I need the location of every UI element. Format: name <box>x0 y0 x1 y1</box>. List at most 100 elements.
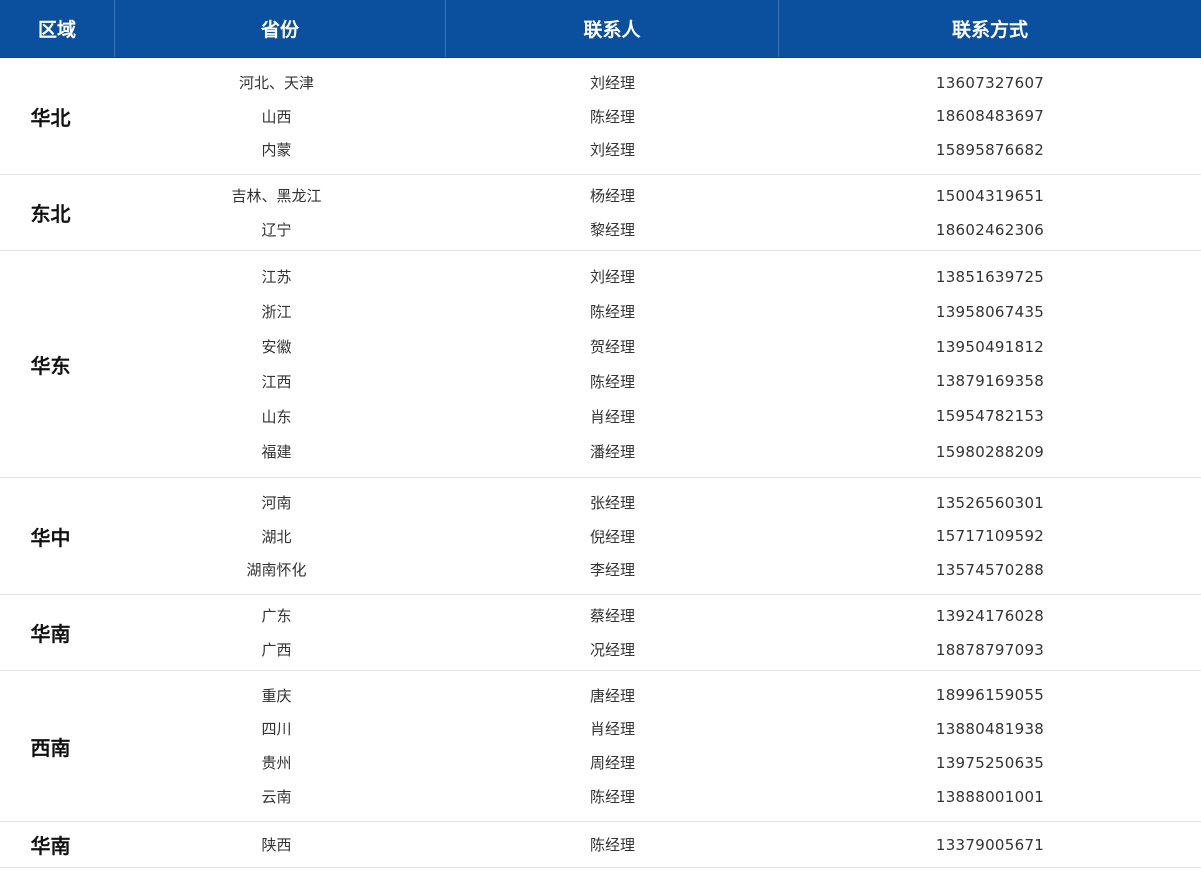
phone-column: 13851639725 13958067435 13950491812 1387916… <box>779 251 1201 477</box>
phone-cell: 13888001001 <box>935 787 1045 806</box>
contact-cell: 况经理 <box>589 641 635 659</box>
phone-cell: 15954782153 <box>935 407 1045 425</box>
contact-column: 唐经理肖经理周经理陈经理 <box>446 671 779 821</box>
contact-cell: 杨经理 <box>589 187 635 205</box>
province-column: 重庆 四川 贵州 云南 <box>115 671 446 821</box>
phone-cell: 13975250635 <box>935 753 1045 772</box>
province-cell: 四川 <box>261 720 292 738</box>
province-cell: 浙江 <box>261 303 292 321</box>
phone-cell: 13950491812 <box>935 337 1045 356</box>
phone-cell: 13958067435 <box>935 302 1045 321</box>
contact-cell: 肖经理 <box>589 720 635 738</box>
contact-cell: 李经理 <box>589 561 635 579</box>
contact-cell: 蔡经理 <box>589 607 635 625</box>
contact-column: 杨经理 黎经理 <box>446 175 779 250</box>
province-cell: 河北、天津 <box>238 74 314 92</box>
phone-cell: 13607327607 <box>935 73 1045 92</box>
province-cell: 河南 <box>261 494 292 512</box>
contact-table: 区域 省份 联系人 联系方式 华北 河北、天津 山西 内蒙 刘经理 陈经理 刘经理 13607… <box>0 0 1201 868</box>
province-column: 河北、天津 山西 内蒙 <box>115 58 446 174</box>
province-column: 吉林、黑龙江 辽宁 <box>115 175 446 250</box>
province-cell: 江苏 <box>261 268 292 286</box>
contact-cell: 刘经理 <box>589 141 635 159</box>
region-name: 东北 <box>30 202 71 226</box>
phone-cell: 13379005671 <box>935 835 1045 854</box>
phone-cell: 13851639725 <box>935 267 1045 286</box>
province-cell: 云南 <box>261 788 292 806</box>
contact-cell: 陈经理 <box>589 303 635 321</box>
region-group: 华东 江苏 浙江 安徽 江西 山东 福建 刘经理 陈经理 贺经理 陈经理 肖经理 潘经理 13851639… <box>0 251 1201 478</box>
phone-cell: 13880481938 <box>935 719 1045 738</box>
region-name: 华南 <box>30 834 71 858</box>
contact-cell: 肖经理 <box>589 407 635 426</box>
province-cell: 辽宁 <box>261 221 292 239</box>
region-group: 华中 河南 湖北 湖南怀化 张经理 倪经理 李经理 13526560301 1571710959… <box>0 478 1201 595</box>
region-name: 华东 <box>30 353 71 378</box>
phone-cell: 13924176028 <box>935 606 1045 625</box>
province-cell: 福建 <box>261 443 292 461</box>
phone-cell: 18602462306 <box>935 220 1045 239</box>
phone-cell: 18878797093 <box>935 640 1045 659</box>
phone-cell: 15895876682 <box>935 140 1045 159</box>
contact-cell: 潘经理 <box>589 443 635 461</box>
province-cell: 重庆 <box>261 686 292 705</box>
table-header: 区域 省份 联系人 联系方式 <box>0 0 1201 58</box>
contact-column: 陈经理 <box>446 822 779 867</box>
header-region: 区域 <box>0 0 115 57</box>
province-column: 江苏 浙江 安徽 江西 山东 福建 <box>115 251 446 477</box>
phone-cell: 15980288209 <box>935 442 1045 461</box>
region-group: 华南 广东 广西 蔡经理 况经理 13924176028 18878797093 <box>0 595 1201 671</box>
phone-cell: 18608483697 <box>935 107 1045 125</box>
region-group: 西南 重庆 四川 贵州 云南 唐经理 肖经理 周经理 陈经理 18996159055 1388048… <box>0 671 1201 822</box>
contact-cell: 唐经理 <box>589 686 635 705</box>
province-cell: 安徽 <box>261 338 292 356</box>
phone-column: 13379005671 <box>779 822 1201 867</box>
region-name: 华北 <box>30 105 71 130</box>
phone-cell: 13879169358 <box>935 372 1045 390</box>
contact-cell: 刘经理 <box>589 268 635 286</box>
contact-cell: 贺经理 <box>589 338 635 356</box>
province-cell: 内蒙 <box>261 141 292 159</box>
phone-cell: 18996159055 <box>935 686 1045 704</box>
header-contact: 联系人 <box>446 0 779 57</box>
phone-column: 13924176028 18878797093 <box>779 595 1201 670</box>
province-cell: 山东 <box>261 407 292 426</box>
phone-column: 15004319651 18602462306 <box>779 175 1201 250</box>
region-group: 东北 吉林、黑龙江 辽宁 杨经理 黎经理 15004319651 18602462306 <box>0 175 1201 251</box>
contact-cell: 黎经理 <box>589 221 635 239</box>
phone-column: 18996159055 13880481938 13975250635 1388800… <box>779 671 1201 821</box>
contact-column: 刘经理 陈经理 贺经理 陈经理 肖经理 潘经理 <box>446 251 779 477</box>
region-name: 华中 <box>30 525 71 550</box>
province-column: 陕西 <box>115 822 446 867</box>
phone-column: 13607327607 18608483697 15895876682 <box>779 58 1201 174</box>
contact-cell: 陈经理 <box>589 107 635 126</box>
province-cell: 贵州 <box>261 754 292 772</box>
contact-column: 蔡经理 况经理 <box>446 595 779 670</box>
region-group: 华南 陕西 陈经理 13379005671 <box>0 822 1201 868</box>
header-province: 省份 <box>115 0 446 57</box>
contact-cell: 陈经理 <box>589 372 635 391</box>
phone-cell: 13574570288 <box>935 560 1045 579</box>
phone-column: 13526560301 15717109592 13574570288 <box>779 478 1201 594</box>
province-column: 广东 广西 <box>115 595 446 670</box>
header-phone: 联系方式 <box>951 19 1028 41</box>
table-body: 华北 河北、天津 山西 内蒙 刘经理 陈经理 刘经理 13607327607 186084836… <box>0 58 1201 868</box>
region-group: 华北 河北、天津 山西 内蒙 刘经理 陈经理 刘经理 13607327607 186084836… <box>0 58 1201 175</box>
province-column: 河南 湖北 湖南怀化 <box>115 478 446 594</box>
contact-cell: 周经理 <box>589 754 635 772</box>
contact-cell: 陈经理 <box>589 788 635 806</box>
province-cell: 广西 <box>261 641 292 659</box>
phone-cell: 13526560301 <box>935 493 1045 512</box>
province-cell: 吉林、黑龙江 <box>231 187 322 205</box>
province-cell: 湖北 <box>261 527 292 546</box>
contact-cell: 陈经理 <box>589 836 635 854</box>
phone-cell: 15004319651 <box>935 186 1045 205</box>
region-name: 西南 <box>30 735 71 760</box>
contact-column: 刘经理 陈经理 刘经理 <box>446 58 779 174</box>
province-cell: 陕西 <box>261 836 292 854</box>
contact-cell: 刘经理 <box>589 74 635 92</box>
province-cell: 湖南怀化 <box>246 561 307 579</box>
province-cell: 广东 <box>261 607 292 625</box>
contact-column: 张经理 倪经理 李经理 <box>446 478 779 594</box>
contact-cell: 张经理 <box>589 494 635 512</box>
